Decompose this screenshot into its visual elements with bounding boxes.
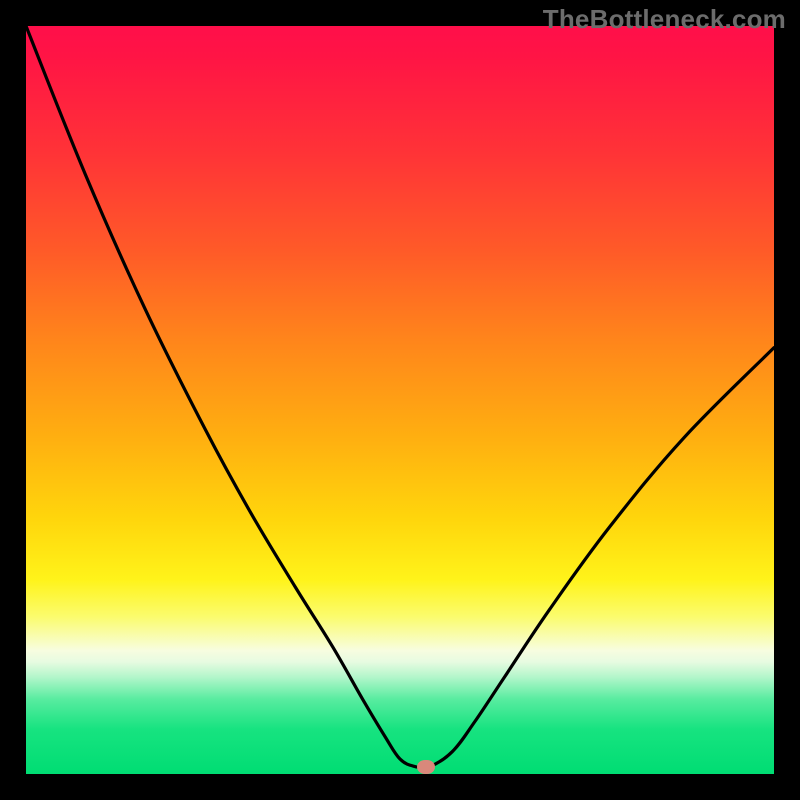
bottleneck-curve: [26, 26, 774, 774]
optimum-marker: [417, 760, 435, 774]
chart-frame: TheBottleneck.com: [0, 0, 800, 800]
watermark-text: TheBottleneck.com: [543, 4, 786, 35]
plot-area: [26, 26, 774, 774]
